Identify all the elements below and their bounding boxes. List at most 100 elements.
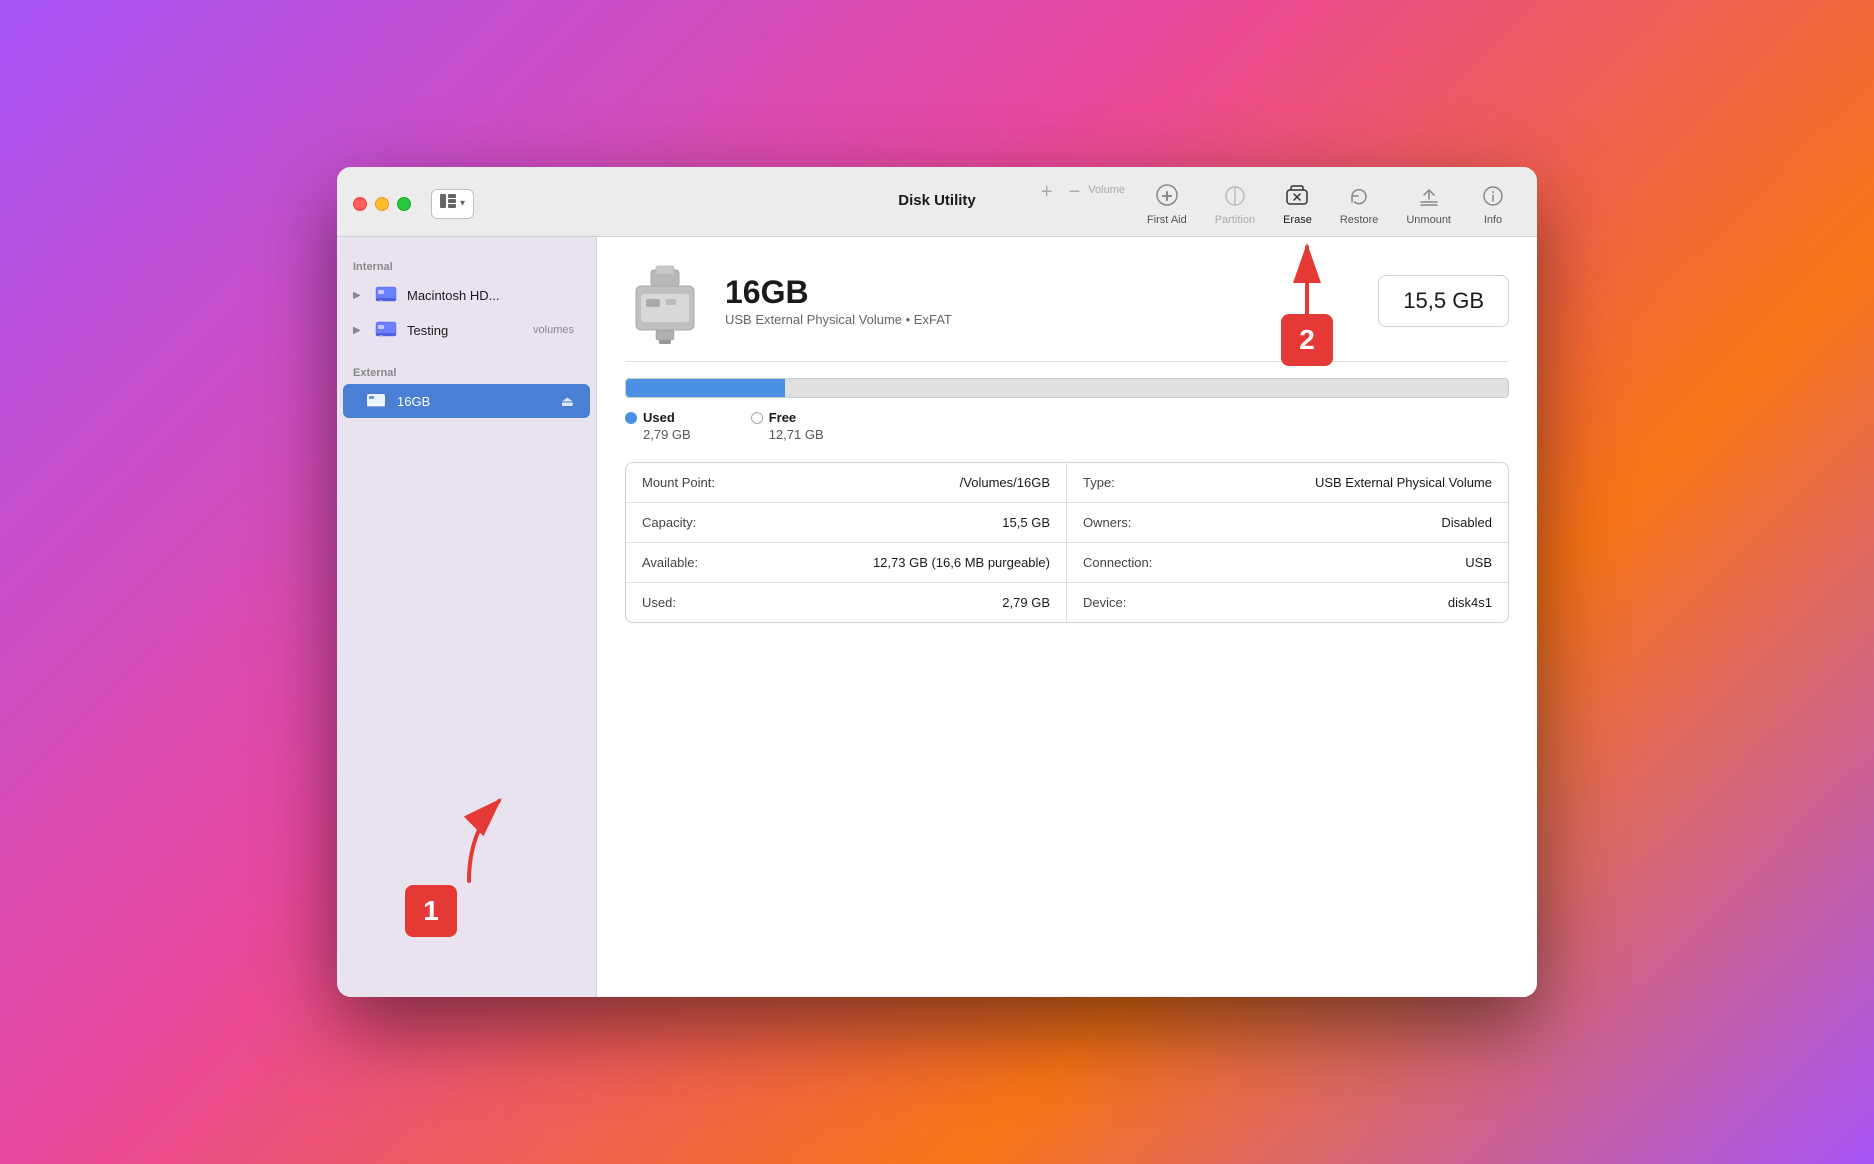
mount-point-value: /Volumes/16GB — [960, 475, 1050, 490]
minus-icon: − — [1069, 182, 1081, 202]
restore-icon — [1345, 182, 1373, 210]
unmount-label: Unmount — [1406, 214, 1451, 226]
external-section-label: External — [337, 359, 596, 383]
connection-cell: Connection: USB — [1067, 543, 1508, 582]
info-button[interactable]: Info — [1465, 178, 1521, 230]
used-cell: Used: 2,79 GB — [626, 583, 1067, 622]
erase-icon — [1283, 182, 1311, 210]
unmount-button[interactable]: Unmount — [1392, 178, 1465, 230]
partition-button[interactable]: Partition — [1201, 178, 1269, 230]
table-row: Used: 2,79 GB Device: disk4s1 — [626, 583, 1508, 622]
available-cell: Available: 12,73 GB (16,6 MB purgeable) — [626, 543, 1067, 582]
device-cell: Device: disk4s1 — [1067, 583, 1508, 622]
erase-button[interactable]: Erase — [1269, 178, 1326, 230]
used-key: Used: — [642, 595, 676, 610]
type-value: USB External Physical Volume — [1315, 475, 1492, 490]
eject-icon[interactable]: ⏏ — [561, 393, 574, 410]
free-value: 12,71 GB — [751, 427, 824, 442]
16gb-icon — [365, 390, 387, 412]
owners-value: Disabled — [1441, 515, 1492, 530]
available-value: 12,73 GB (16,6 MB purgeable) — [873, 555, 1050, 570]
maximize-button[interactable] — [397, 197, 411, 211]
expand-chevron-icon: ▶ — [353, 290, 365, 301]
used-dot — [625, 412, 637, 424]
add-volume-button[interactable]: + — [1033, 178, 1061, 206]
info-icon — [1479, 182, 1507, 210]
device-value: disk4s1 — [1448, 595, 1492, 610]
storage-bar-wrap: Used 2,79 GB Free 12,71 GB — [625, 378, 1509, 442]
capacity-value: 15,5 GB — [1002, 515, 1050, 530]
first-aid-label: First Aid — [1147, 214, 1187, 226]
free-legend: Free 12,71 GB — [751, 410, 824, 442]
testing-icon — [375, 319, 397, 341]
info-label: Info — [1484, 214, 1502, 226]
16gb-label: 16GB — [397, 394, 551, 409]
view-button[interactable]: ▾ — [431, 189, 474, 219]
restore-button[interactable]: Restore — [1326, 178, 1393, 230]
type-key: Type: — [1083, 475, 1115, 490]
main-content: Internal ▶ Macintosh HD... ▶ — [337, 237, 1537, 997]
used-detail-value: 2,79 GB — [1002, 595, 1050, 610]
first-aid-button[interactable]: First Aid — [1133, 178, 1201, 230]
toolbar-actions: + − Volume First Aid — [1033, 178, 1521, 230]
disk-subtitle: USB External Physical Volume • ExFAT — [725, 312, 1358, 327]
view-icon — [440, 194, 456, 213]
app-window: ▾ Disk Utility + − Volume — [337, 167, 1537, 997]
used-value: 2,79 GB — [625, 427, 691, 442]
used-label: Used — [643, 410, 675, 425]
sidebar-item-16gb[interactable]: 16GB ⏏ — [343, 384, 590, 418]
partition-label: Partition — [1215, 214, 1255, 226]
type-cell: Type: USB External Physical Volume — [1067, 463, 1508, 502]
testing-label: Testing — [407, 323, 523, 338]
plus-icon: + — [1041, 182, 1053, 202]
erase-label: Erase — [1283, 214, 1312, 226]
available-key: Available: — [642, 555, 698, 570]
internal-section-label: Internal — [337, 253, 596, 277]
mount-point-cell: Mount Point: /Volumes/16GB — [626, 463, 1067, 502]
window-title: Disk Utility — [898, 192, 976, 209]
annotation-badge-1-box: 1 — [405, 885, 457, 937]
sidebar: Internal ▶ Macintosh HD... ▶ — [337, 237, 597, 997]
table-row: Available: 12,73 GB (16,6 MB purgeable) … — [626, 543, 1508, 583]
header-divider — [625, 361, 1509, 362]
arrow-1-svg — [419, 791, 519, 891]
connection-key: Connection: — [1083, 555, 1152, 570]
restore-label: Restore — [1340, 214, 1379, 226]
volume-group: + − Volume — [1033, 178, 1125, 206]
disk-header: 16GB USB External Physical Volume • ExFA… — [625, 261, 1509, 341]
remove-volume-button[interactable]: − — [1061, 178, 1089, 206]
storage-bar-used — [626, 379, 785, 397]
partition-icon — [1221, 182, 1249, 210]
owners-cell: Owners: Disabled — [1067, 503, 1508, 542]
macintosh-hd-label: Macintosh HD... — [407, 288, 574, 303]
first-aid-icon — [1153, 182, 1181, 210]
disk-image — [625, 261, 705, 341]
sidebar-item-macintosh-hd[interactable]: ▶ Macintosh HD... — [343, 278, 590, 312]
disk-name: 16GB — [725, 275, 1358, 310]
disk-info: 16GB USB External Physical Volume • ExFA… — [725, 275, 1358, 327]
traffic-lights — [353, 197, 411, 211]
detail-pane: 16GB USB External Physical Volume • ExFA… — [597, 237, 1537, 997]
volumes-badge: volumes — [533, 324, 574, 336]
connection-value: USB — [1465, 555, 1492, 570]
expand-chevron-icon-2: ▶ — [353, 325, 365, 336]
close-button[interactable] — [353, 197, 367, 211]
minimize-button[interactable] — [375, 197, 389, 211]
table-row: Mount Point: /Volumes/16GB Type: USB Ext… — [626, 463, 1508, 503]
volume-label: Volume — [1088, 184, 1125, 196]
device-key: Device: — [1083, 595, 1126, 610]
storage-legend: Used 2,79 GB Free 12,71 GB — [625, 410, 1509, 442]
capacity-cell: Capacity: 15,5 GB — [626, 503, 1067, 542]
used-legend: Used 2,79 GB — [625, 410, 691, 442]
info-table: Mount Point: /Volumes/16GB Type: USB Ext… — [625, 462, 1509, 623]
mount-point-key: Mount Point: — [642, 475, 715, 490]
storage-bar — [625, 378, 1509, 398]
owners-key: Owners: — [1083, 515, 1131, 530]
unmount-icon — [1415, 182, 1443, 210]
view-chevron-icon: ▾ — [460, 198, 465, 209]
disk-size-badge: 15,5 GB — [1378, 275, 1509, 327]
free-label: Free — [769, 410, 796, 425]
free-dot — [751, 412, 763, 424]
capacity-key: Capacity: — [642, 515, 696, 530]
sidebar-item-testing[interactable]: ▶ Testing volumes — [343, 313, 590, 347]
